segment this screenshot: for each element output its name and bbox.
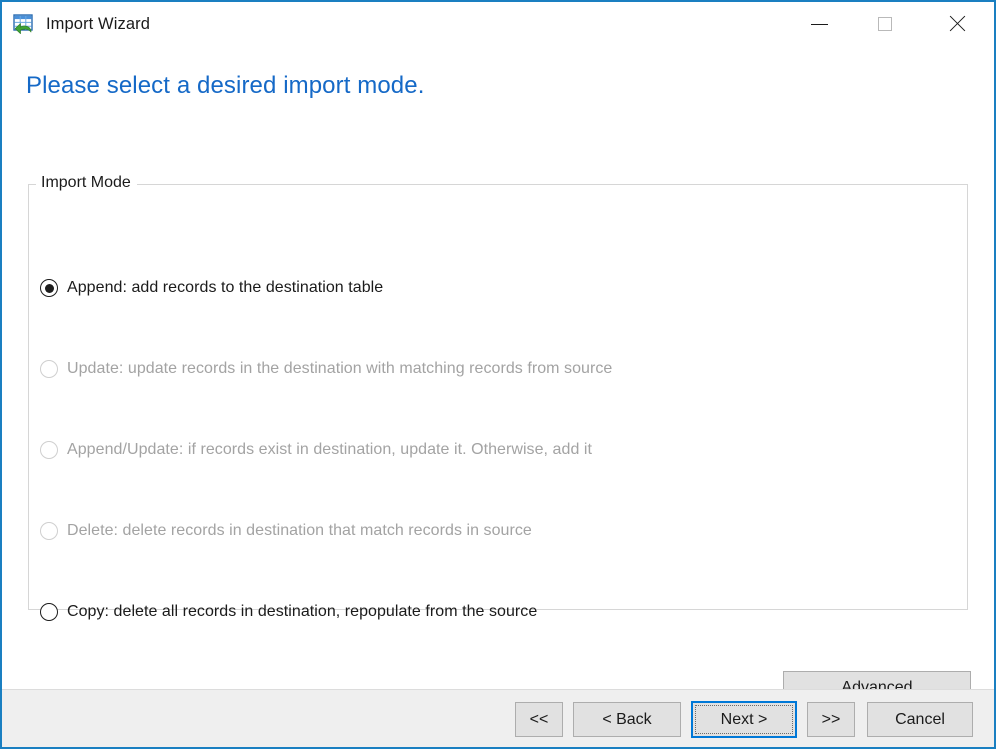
radio-option-append-update: Append/Update: if records exist in desti… <box>40 438 592 462</box>
close-button[interactable] <box>920 2 994 46</box>
page-title: Please select a desired import mode. <box>26 72 425 99</box>
import-table-icon <box>12 12 36 36</box>
first-page-button[interactable]: << <box>515 702 563 737</box>
radio-option-update: Update: update records in the destinatio… <box>40 357 612 381</box>
radio-label-update: Update: update records in the destinatio… <box>67 360 613 377</box>
import-mode-radio-group: Append: add records to the destination t… <box>28 184 968 621</box>
next-button[interactable]: Next > <box>691 701 797 738</box>
back-button[interactable]: < Back <box>573 702 681 737</box>
radio-label-copy: Copy: delete all records in destination,… <box>67 603 538 620</box>
window-controls <box>788 2 994 46</box>
minimize-icon <box>810 23 828 25</box>
radio-option-copy[interactable]: Copy: delete all records in destination,… <box>40 600 537 624</box>
wizard-content: Please select a desired import mode. Imp… <box>2 46 994 705</box>
radio-option-delete: Delete: delete records in destination th… <box>40 519 532 543</box>
radio-indicator-update <box>40 360 58 378</box>
window-title: Import Wizard <box>46 14 150 33</box>
next-button-label: Next > <box>695 705 793 734</box>
wizard-footer: << < Back Next > >> Cancel <box>2 689 994 747</box>
title-bar-left: Import Wizard <box>2 12 150 36</box>
cancel-button[interactable]: Cancel <box>867 702 973 737</box>
close-icon <box>948 15 966 33</box>
maximize-button[interactable] <box>850 2 920 46</box>
radio-option-append[interactable]: Append: add records to the destination t… <box>40 276 383 300</box>
radio-label-append: Append: add records to the destination t… <box>67 279 384 296</box>
radio-label-append-update: Append/Update: if records exist in desti… <box>67 441 592 458</box>
radio-indicator-delete <box>40 522 58 540</box>
import-wizard-window: Import Wizard Please select a desired im… <box>0 0 996 749</box>
minimize-button[interactable] <box>788 2 850 46</box>
maximize-icon <box>878 17 892 31</box>
radio-indicator-append[interactable] <box>40 279 58 297</box>
radio-label-delete: Delete: delete records in destination th… <box>67 522 532 539</box>
last-page-button[interactable]: >> <box>807 702 855 737</box>
title-bar: Import Wizard <box>2 2 994 46</box>
radio-indicator-append-update <box>40 441 58 459</box>
radio-indicator-copy[interactable] <box>40 603 58 621</box>
footer-button-bar: << < Back Next > >> Cancel <box>515 701 973 738</box>
